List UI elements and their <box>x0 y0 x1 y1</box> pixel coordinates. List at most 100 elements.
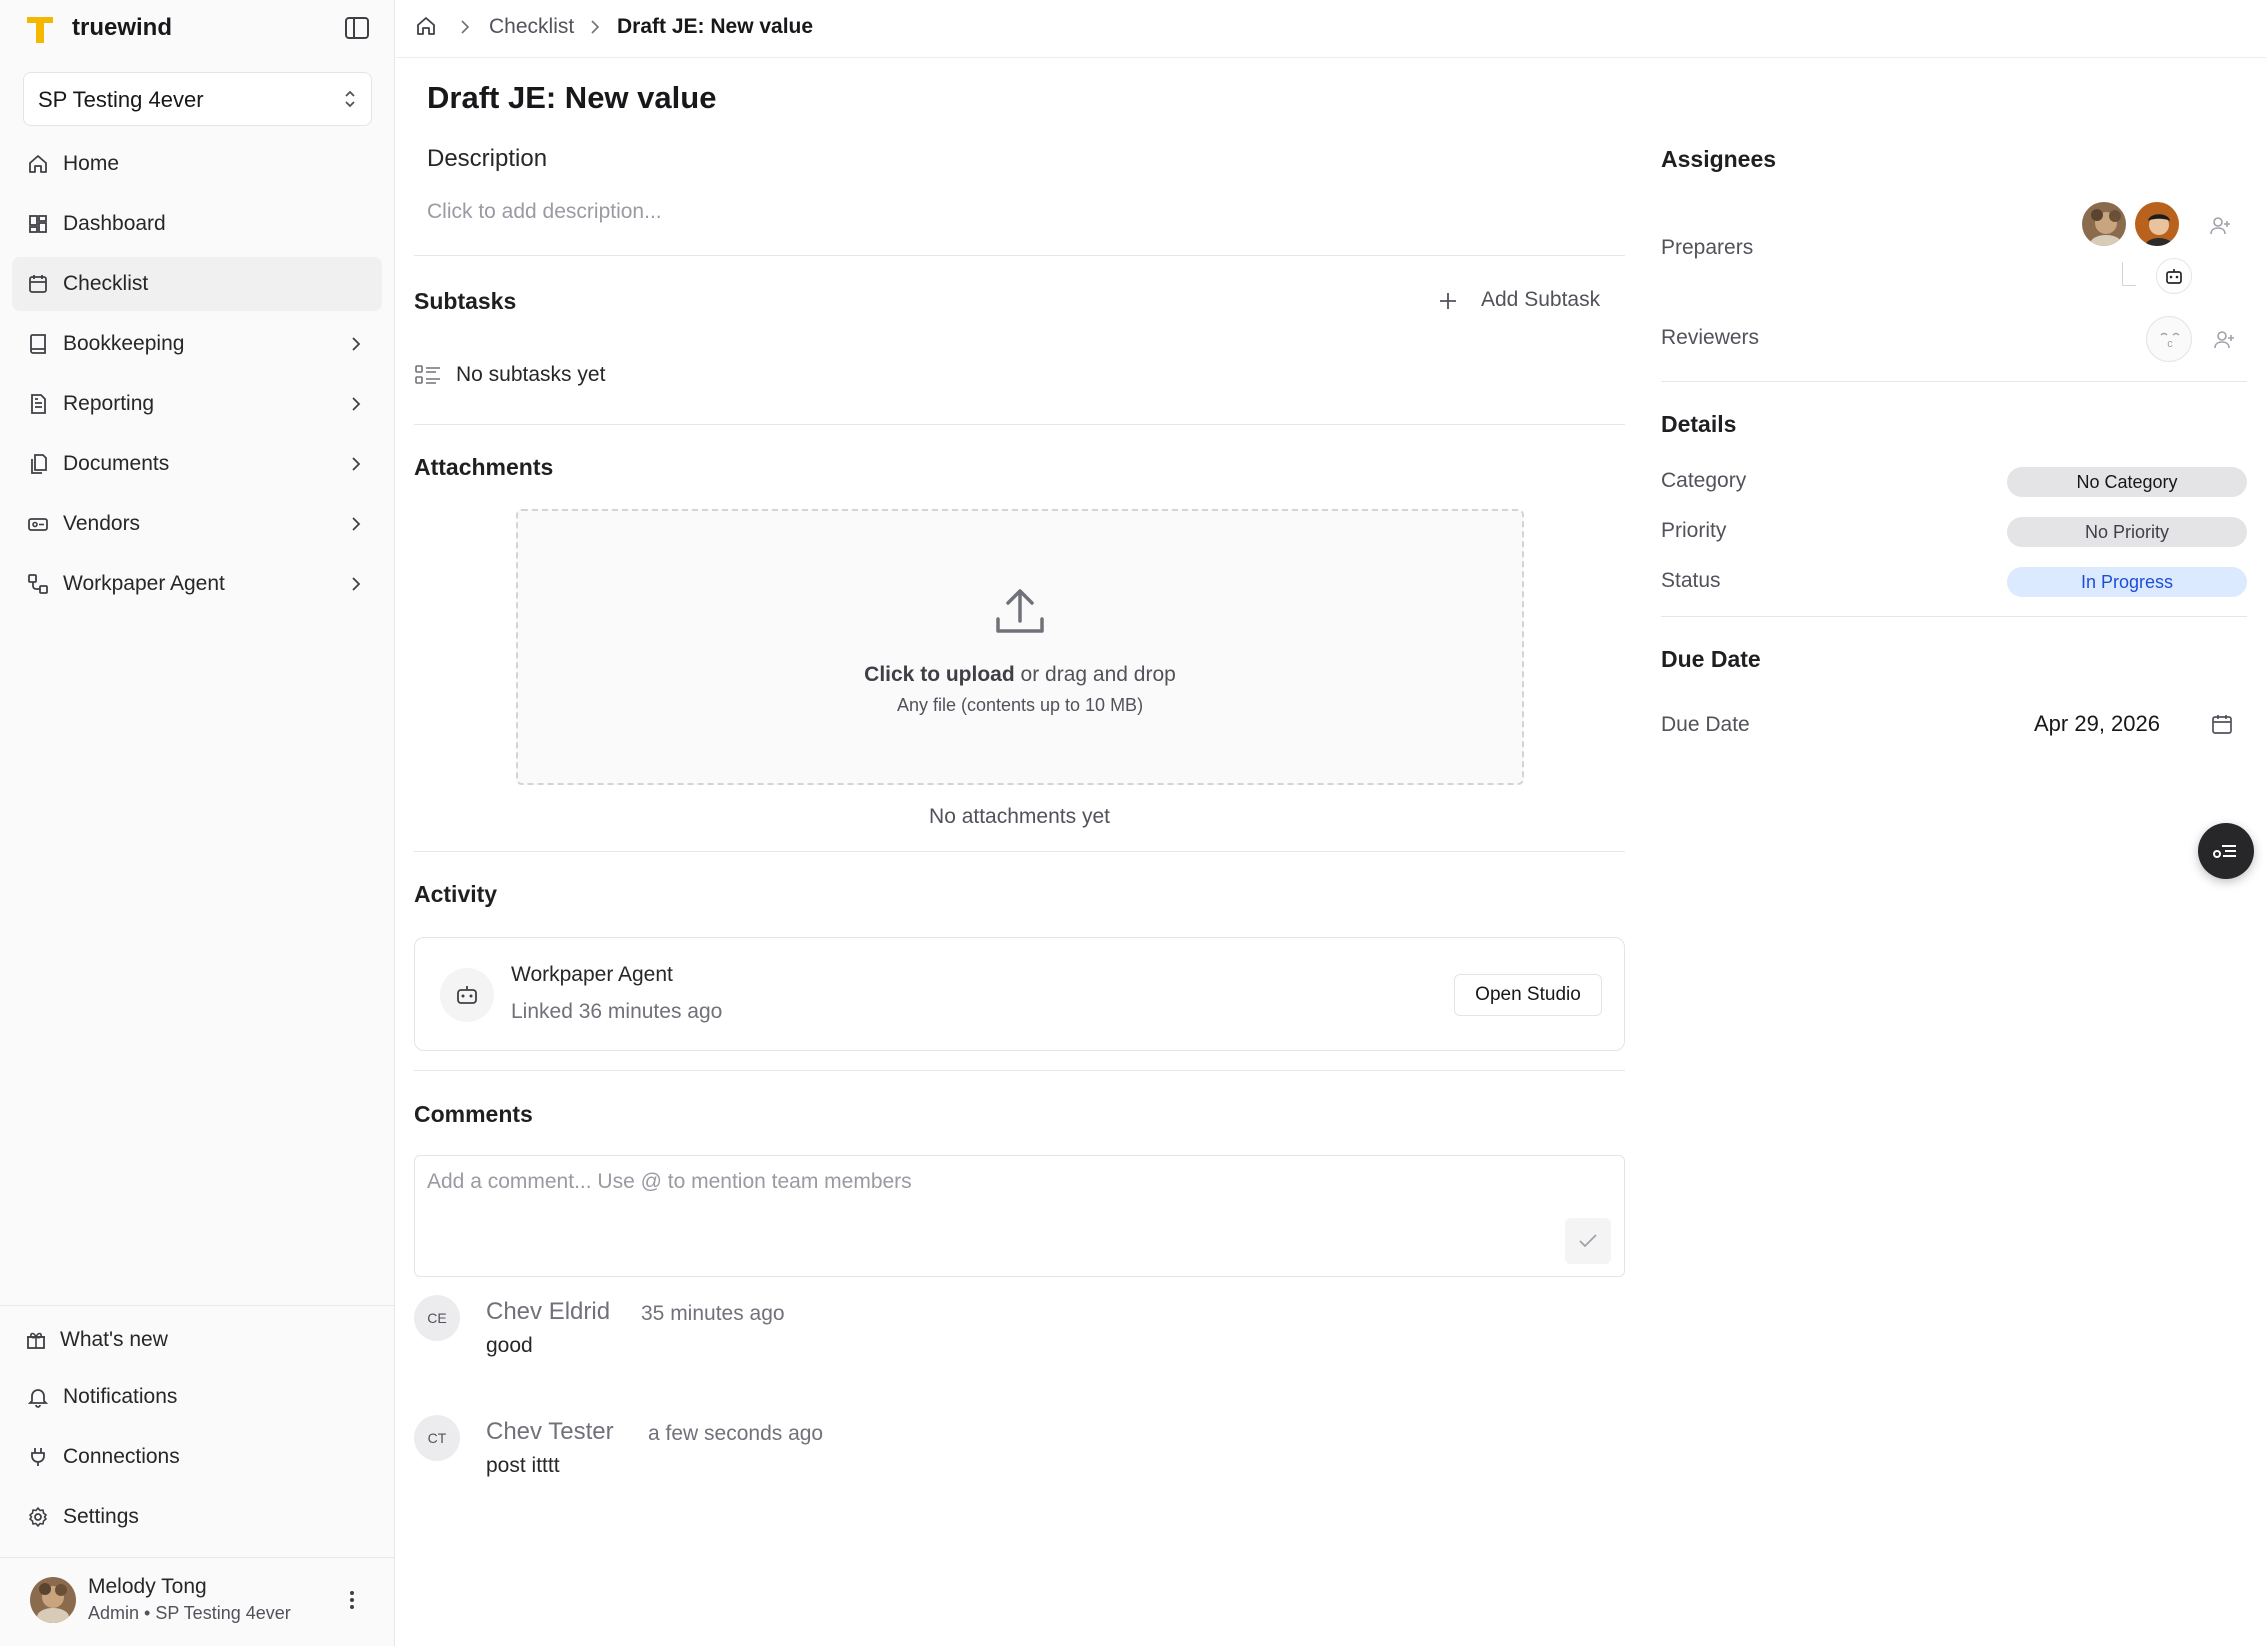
divider <box>414 424 1625 425</box>
sidebar-item-reporting[interactable]: Reporting <box>12 377 382 431</box>
report-icon <box>26 392 50 416</box>
sidebar-item-home[interactable]: Home <box>12 137 382 191</box>
comment-placeholder: Add a comment... Use @ to mention team m… <box>427 1170 912 1193</box>
sidebar-item-dashboard[interactable]: Dashboard <box>12 197 382 251</box>
comment-time: 35 minutes ago <box>641 1302 785 1325</box>
description-heading: Description <box>427 145 548 172</box>
due-date-heading: Due Date <box>1661 646 1761 672</box>
task-list-fab[interactable] <box>2198 823 2254 879</box>
open-studio-button[interactable]: Open Studio <box>1454 974 1602 1016</box>
bot-icon <box>440 968 494 1022</box>
upload-dropzone[interactable]: Click to upload or drag and drop Any fil… <box>516 509 1524 785</box>
chevron-right-icon <box>350 454 362 474</box>
list-checks-icon <box>414 363 442 387</box>
upload-text: or drag and drop <box>1020 663 1176 686</box>
workflow-icon <box>26 572 50 596</box>
user-plus-icon <box>2212 328 2236 352</box>
comment-text: post itttt <box>486 1454 560 1477</box>
sidebar-divider <box>0 1557 395 1558</box>
chevron-right-icon <box>350 574 362 594</box>
sidebar-toggle-icon[interactable] <box>344 16 374 44</box>
comment-input[interactable]: Add a comment... Use @ to mention team m… <box>414 1155 1625 1277</box>
chevron-right-icon <box>350 514 362 534</box>
sidebar-item-workpaper-agent[interactable]: Workpaper Agent <box>12 557 382 611</box>
page-title[interactable]: Draft JE: New value <box>427 80 716 116</box>
breadcrumb-current: Draft JE: New value <box>617 15 814 38</box>
sidebar-item-label: Bookkeeping <box>63 332 185 355</box>
check-icon <box>1577 1231 1599 1251</box>
subtasks-heading: Subtasks <box>414 288 517 314</box>
avatar: CT <box>414 1415 460 1461</box>
sidebar-item-checklist[interactable]: Checklist <box>12 257 382 311</box>
sidebar-item-connections[interactable]: Connections <box>12 1430 382 1484</box>
workspace-selector[interactable]: SP Testing 4ever <box>23 72 372 126</box>
gear-icon <box>26 1505 50 1529</box>
avatar[interactable] <box>30 1577 76 1623</box>
subtasks-empty: No subtasks yet <box>456 363 606 386</box>
chevron-up-down-icon <box>343 89 357 109</box>
due-date-value[interactable]: Apr 29, 2026 <box>2034 711 2160 737</box>
comment-time: a few seconds ago <box>648 1422 824 1445</box>
details-heading: Details <box>1661 411 1737 437</box>
divider <box>414 851 1625 852</box>
user-role: Admin • SP Testing 4ever <box>88 1603 291 1623</box>
calendar-check-icon <box>26 272 50 296</box>
sidebar-item-notifications[interactable]: Notifications <box>12 1370 382 1424</box>
attachments-empty: No attachments yet <box>929 805 1110 828</box>
add-preparer-button[interactable] <box>2202 208 2238 244</box>
connector-line <box>2122 262 2136 286</box>
gift-icon <box>24 1328 48 1352</box>
description-field[interactable]: Click to add description... <box>427 200 662 224</box>
chevron-right-icon <box>460 19 470 35</box>
activity-heading: Activity <box>414 881 498 907</box>
reviewer-placeholder-avatar[interactable]: c <box>2146 316 2192 362</box>
sidebar-item-bookkeeping[interactable]: Bookkeeping <box>12 317 382 371</box>
sidebar-item-label: Dashboard <box>63 212 166 235</box>
more-vertical-icon[interactable] <box>340 1588 364 1612</box>
chevron-right-icon <box>590 19 600 35</box>
priority-badge[interactable]: No Priority <box>2007 517 2247 547</box>
due-date-label: Due Date <box>1661 713 1750 736</box>
sidebar-item-label: Settings <box>63 1505 139 1528</box>
breadcrumb-item-checklist[interactable]: Checklist <box>489 15 574 39</box>
preparers-label: Preparers <box>1661 236 1754 259</box>
sidebar-item-label: Connections <box>63 1445 180 1468</box>
sidebar-item-label: Checklist <box>63 272 149 295</box>
category-badge[interactable]: No Category <box>2007 467 2247 497</box>
workspace-name: SP Testing 4ever <box>38 87 204 112</box>
sidebar-item-label: Home <box>63 152 120 175</box>
home-icon[interactable] <box>414 14 438 38</box>
truewind-logo[interactable] <box>24 13 56 45</box>
add-subtask-label: Add Subtask <box>1481 288 1601 311</box>
divider <box>414 1070 1625 1071</box>
comment-text: good <box>486 1334 533 1357</box>
sidebar-item-vendors[interactable]: Vendors <box>12 497 382 551</box>
upload-link[interactable]: Click to upload <box>864 663 1015 686</box>
breadcrumb: Checklist Draft JE: New value <box>396 0 2266 58</box>
bell-icon <box>26 1385 50 1409</box>
status-label: Status <box>1661 569 1721 592</box>
avatar[interactable] <box>2080 200 2128 248</box>
book-icon <box>26 332 50 356</box>
bot-icon[interactable] <box>2156 258 2192 294</box>
avatar[interactable] <box>2133 200 2181 248</box>
home-icon <box>26 152 50 176</box>
divider <box>414 255 1625 256</box>
sidebar-item-label: Workpaper Agent <box>63 572 225 595</box>
sidebar-item-label: Vendors <box>63 512 141 535</box>
sidebar-item-whats-new[interactable]: What's new <box>12 1313 382 1367</box>
submit-comment-button[interactable] <box>1565 1218 1611 1264</box>
dashboard-icon <box>26 212 50 236</box>
sidebar-item-label: What's new <box>60 1328 168 1351</box>
sidebar-item-settings[interactable]: Settings <box>12 1490 382 1544</box>
list-icon <box>2212 839 2240 863</box>
upload-icon <box>992 583 1048 639</box>
status-badge[interactable]: In Progress <box>2007 567 2247 597</box>
upload-hint: Any file (contents up to 10 MB) <box>896 695 1144 715</box>
add-reviewer-button[interactable] <box>2206 322 2242 358</box>
sidebar-item-label: Reporting <box>63 392 155 415</box>
sidebar-divider <box>0 1305 395 1306</box>
sidebar-item-documents[interactable]: Documents <box>12 437 382 491</box>
divider <box>1661 616 2247 617</box>
calendar-icon[interactable] <box>2210 712 2234 736</box>
